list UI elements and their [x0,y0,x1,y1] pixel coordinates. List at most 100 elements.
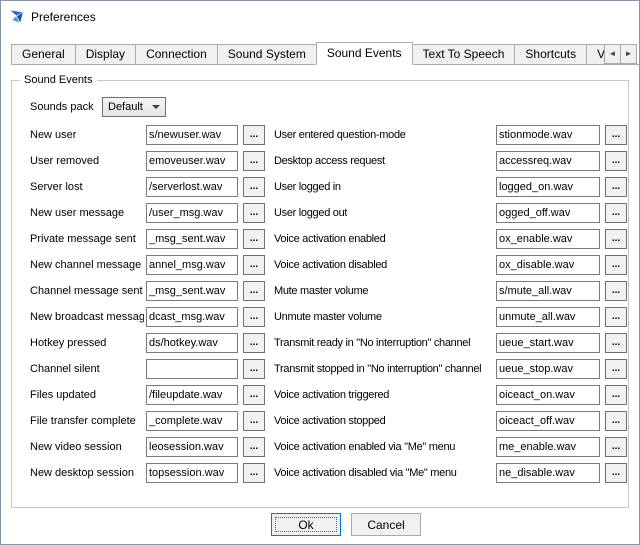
sound-file-input[interactable] [146,151,238,171]
sound-file-input[interactable] [146,359,238,379]
sound-event-label: Mute master volume [274,281,368,301]
sound-event-label: Desktop access request [274,151,385,171]
tab-display[interactable]: Display [75,44,136,65]
tab-sound-events[interactable]: Sound Events [316,42,413,65]
sound-file-input[interactable] [496,177,600,197]
browse-button[interactable]: ... [243,255,265,275]
sound-event-row: Voice activation triggered... [274,385,628,411]
sound-file-input[interactable] [146,255,238,275]
browse-button[interactable]: ... [605,463,627,483]
browse-button[interactable]: ... [605,359,627,379]
sound-file-input[interactable] [496,463,600,483]
sound-event-label: Transmit stopped in "No interruption" ch… [274,359,481,379]
sound-event-row: New user message... [30,203,266,229]
sound-file-input[interactable] [496,385,600,405]
browse-button[interactable]: ... [243,203,265,223]
sound-file-input[interactable] [496,281,600,301]
sound-file-input[interactable] [496,255,600,275]
sound-event-row: Mute master volume... [274,281,628,307]
sound-file-input[interactable] [496,151,600,171]
sound-file-input[interactable] [496,229,600,249]
sound-event-row: User removed... [30,151,266,177]
browse-button[interactable]: ... [243,359,265,379]
sound-event-label: Voice activation triggered [274,385,389,405]
browse-button[interactable]: ... [243,437,265,457]
browse-button[interactable]: ... [243,411,265,431]
sound-event-row: Voice activation enabled... [274,229,628,255]
sound-file-input[interactable] [496,411,600,431]
sound-file-input[interactable] [496,307,600,327]
browse-button[interactable]: ... [605,125,627,145]
sound-event-row: Hotkey pressed... [30,333,266,359]
browse-button[interactable]: ... [243,385,265,405]
browse-button[interactable]: ... [605,437,627,457]
sound-event-row: Desktop access request... [274,151,628,177]
tab-sound-system[interactable]: Sound System [217,44,317,65]
browse-button[interactable]: ... [605,229,627,249]
sound-event-label: New channel message [30,255,141,275]
sound-event-label: Voice activation disabled via "Me" menu [274,463,457,483]
browse-button[interactable]: ... [605,177,627,197]
sounds-pack-label: Sounds pack [30,97,94,117]
sound-event-label: Channel message sent [30,281,143,301]
browse-button[interactable]: ... [605,411,627,431]
browse-button[interactable]: ... [243,229,265,249]
sound-event-label: Server lost [30,177,83,197]
sound-event-row: User logged in... [274,177,628,203]
sound-file-input[interactable] [146,463,238,483]
sound-file-input[interactable] [146,125,238,145]
sound-event-row: New broadcast message... [30,307,266,333]
browse-button[interactable]: ... [605,307,627,327]
sound-file-input[interactable] [146,411,238,431]
tab-scroll-right-button[interactable]: ► [620,44,637,64]
sound-file-input[interactable] [496,125,600,145]
tab-scroll-left-button[interactable]: ◄ [604,44,621,64]
sound-file-input[interactable] [146,229,238,249]
sound-event-row: Voice activation stopped... [274,411,628,437]
sounds-pack-select[interactable]: Default [102,97,166,117]
sound-file-input[interactable] [496,333,600,353]
browse-button[interactable]: ... [243,333,265,353]
sound-file-input[interactable] [146,281,238,301]
ok-button[interactable]: Ok [271,513,341,536]
sound-file-input[interactable] [146,437,238,457]
sounds-pack-value: Default [108,101,143,113]
app-icon [9,9,25,25]
sound-event-label: Hotkey pressed [30,333,106,353]
browse-button[interactable]: ... [605,385,627,405]
sound-event-label: Channel silent [30,359,100,379]
sound-events-group: Sound Events Sounds pack Default New use… [11,80,629,508]
sound-event-row: Channel message sent... [30,281,266,307]
tab-general[interactable]: General [11,44,76,65]
sound-event-label: File transfer complete [30,411,136,431]
window-title: Preferences [31,10,96,24]
sound-file-input[interactable] [146,307,238,327]
browse-button[interactable]: ... [605,203,627,223]
browse-button[interactable]: ... [243,307,265,327]
sound-file-input[interactable] [496,359,600,379]
tab-text-to-speech[interactable]: Text To Speech [412,44,516,65]
browse-button[interactable]: ... [605,151,627,171]
sound-file-input[interactable] [146,385,238,405]
browse-button[interactable]: ... [243,151,265,171]
right-column: User entered question-mode...Desktop acc… [274,125,628,489]
cancel-button[interactable]: Cancel [351,513,421,536]
sound-file-input[interactable] [496,437,600,457]
tab-connection[interactable]: Connection [135,44,218,65]
sound-file-input[interactable] [496,203,600,223]
browse-button[interactable]: ... [605,281,627,301]
browse-button[interactable]: ... [243,125,265,145]
browse-button[interactable]: ... [243,463,265,483]
browse-button[interactable]: ... [605,333,627,353]
tab-shortcuts[interactable]: Shortcuts [514,44,587,65]
sound-file-input[interactable] [146,203,238,223]
sound-event-label: Unmute master volume [274,307,382,327]
browse-button[interactable]: ... [243,281,265,301]
sound-file-input[interactable] [146,333,238,353]
browse-button[interactable]: ... [243,177,265,197]
sound-event-row: Transmit ready in "No interruption" chan… [274,333,628,359]
tab-video[interactable]: Video [586,44,605,65]
sound-event-row: Server lost... [30,177,266,203]
browse-button[interactable]: ... [605,255,627,275]
sound-file-input[interactable] [146,177,238,197]
